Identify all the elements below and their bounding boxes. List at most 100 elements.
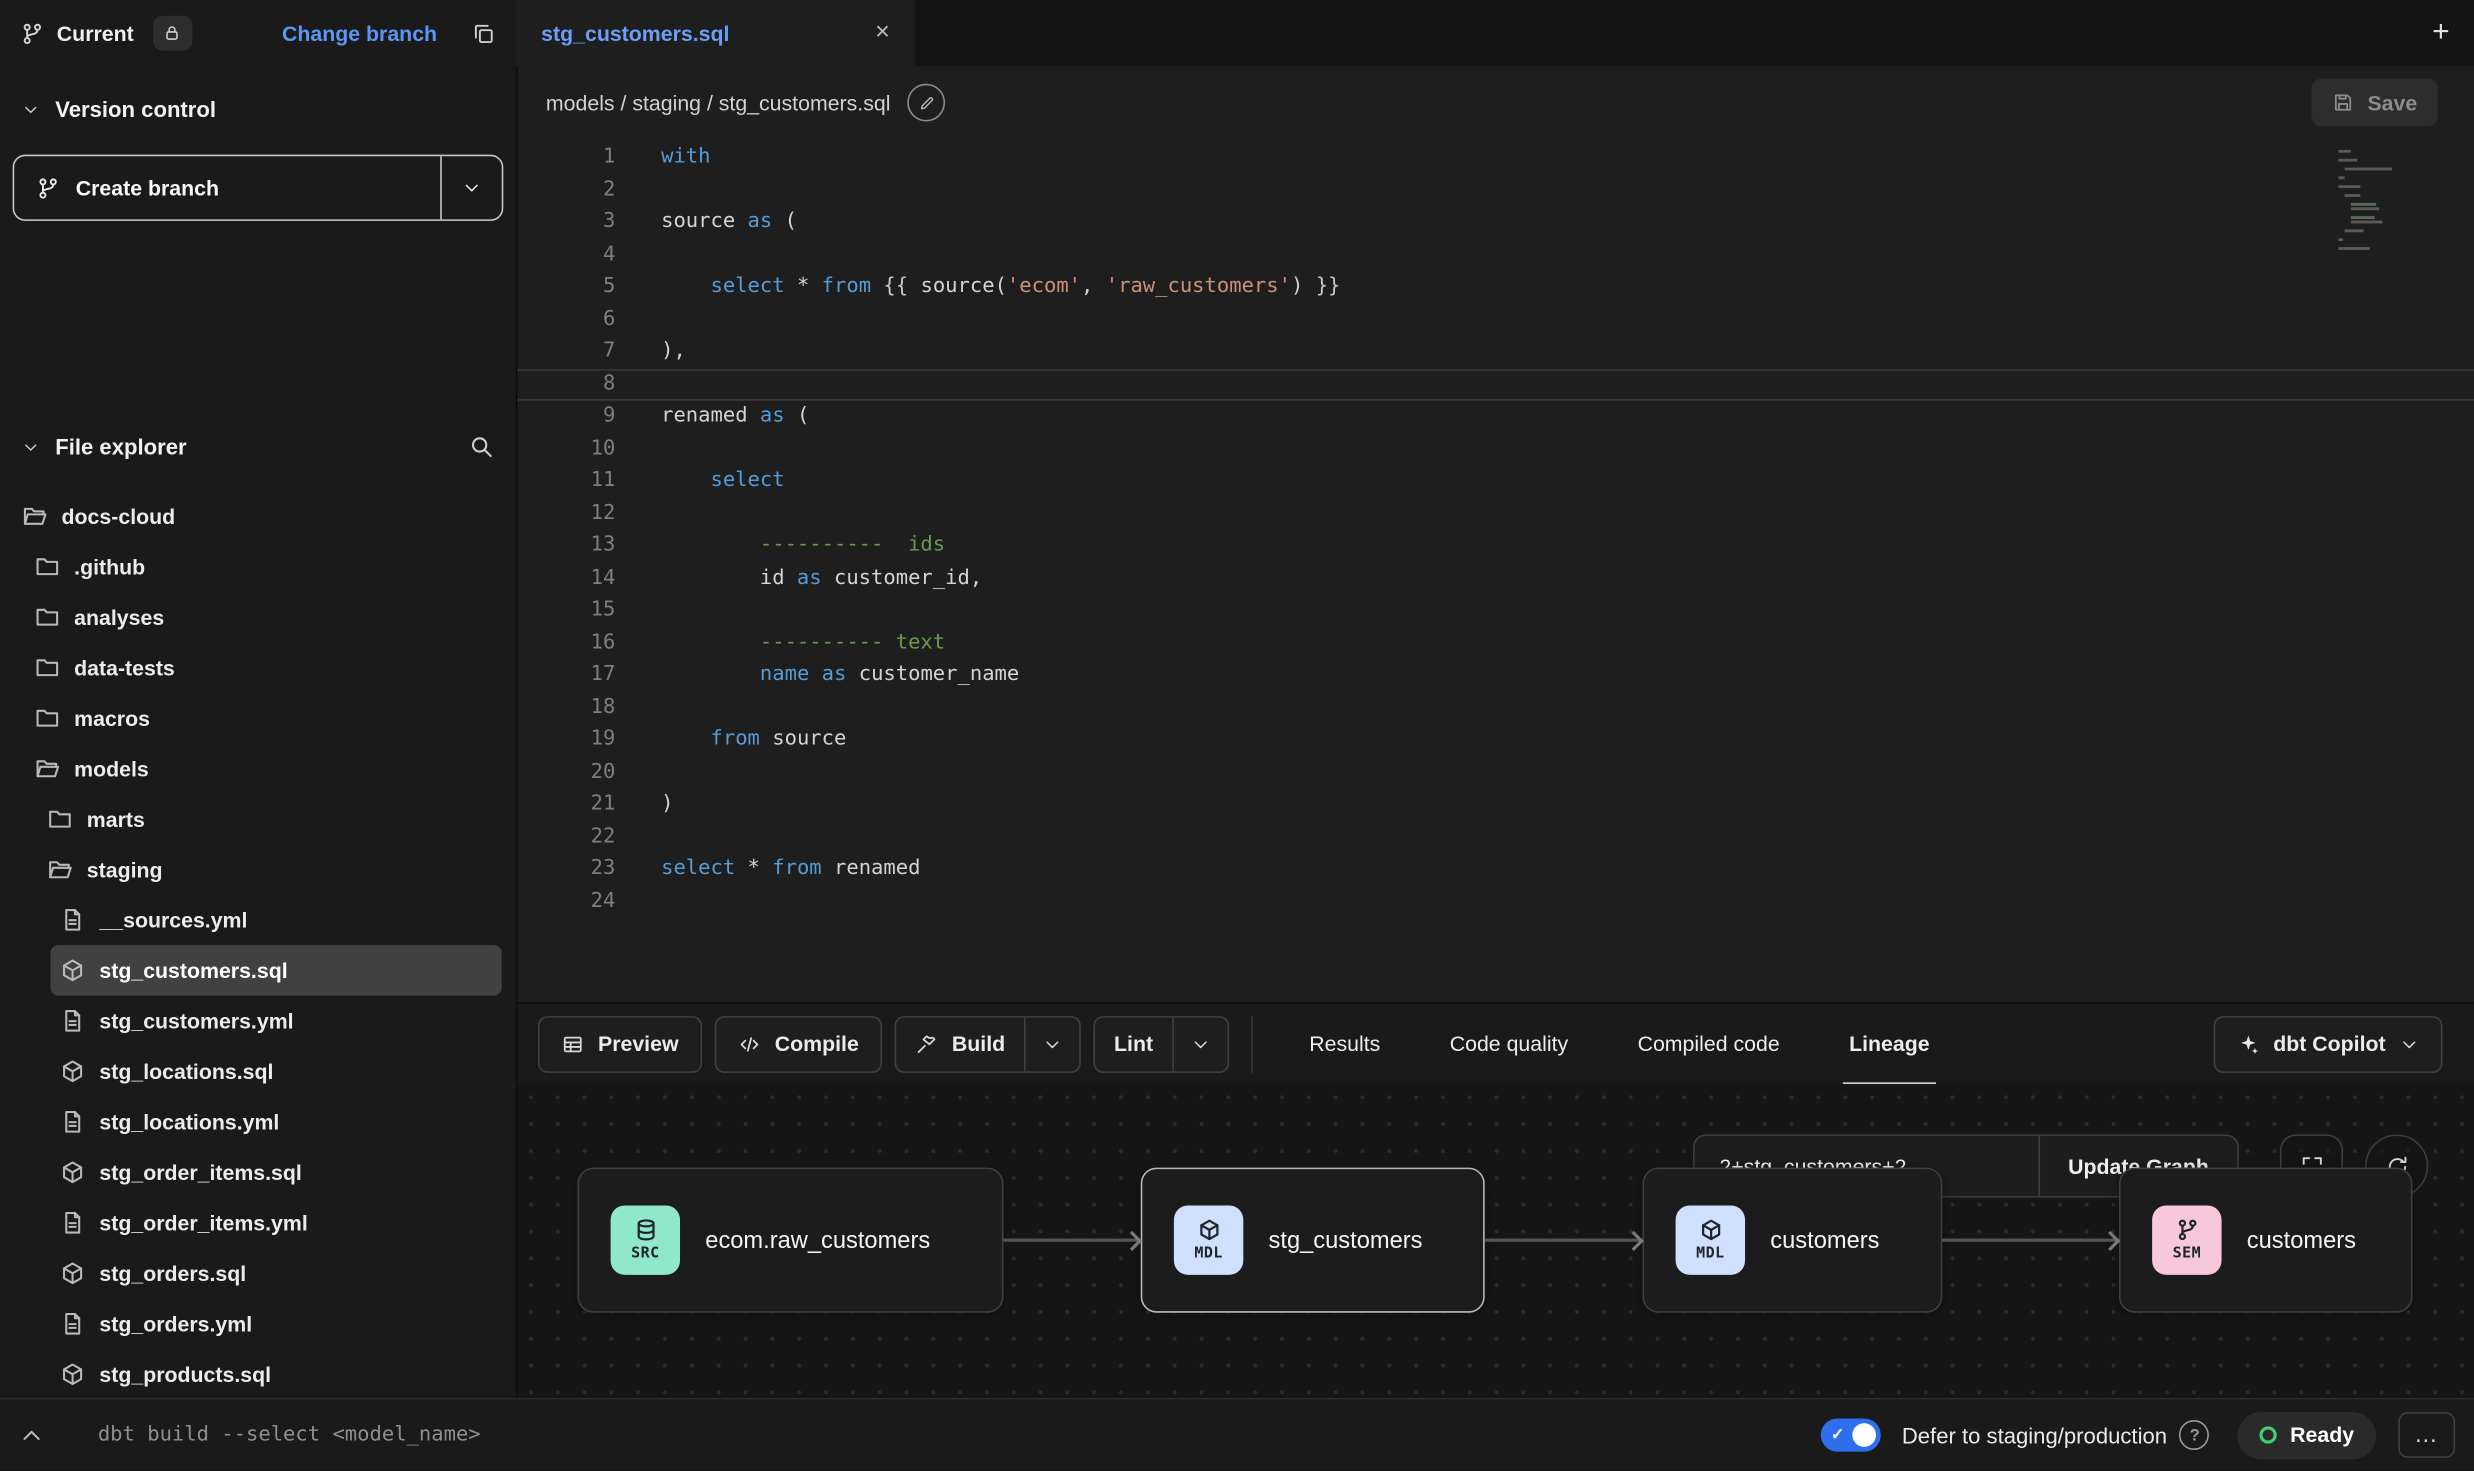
tree-item-staging[interactable]: staging [38, 844, 502, 894]
code-text [615, 239, 661, 271]
code-line-1[interactable]: 1with [518, 142, 2474, 174]
folder-icon [35, 705, 60, 730]
panel-tab-compiled-code[interactable]: Compiled code [1631, 1003, 1786, 1085]
code-line-10[interactable]: 10 [518, 433, 2474, 465]
create-branch-button[interactable]: Create branch [13, 155, 504, 221]
command-input[interactable]: dbt build --select <model_name> [98, 1423, 481, 1447]
code-line-6[interactable]: 6 [518, 304, 2474, 336]
panel-tab-code-quality[interactable]: Code quality [1443, 1003, 1574, 1085]
editor-tab[interactable]: stg_customers.sql × [516, 0, 915, 66]
panel-tab-lineage[interactable]: Lineage [1843, 1003, 1936, 1085]
lineage-panel[interactable]: 2+stg_customers+2 Update Graph SRCecom.r… [518, 1084, 2474, 1398]
tree-item-analyses[interactable]: analyses [25, 592, 501, 642]
save-button[interactable]: Save [2312, 79, 2437, 126]
tree-item-stg_locations.sql[interactable]: stg_locations.sql [50, 1046, 501, 1096]
tree-item-stg_customers.sql[interactable]: stg_customers.sql [50, 945, 501, 995]
line-number: 23 [518, 854, 616, 886]
code-line-8[interactable]: 8 [518, 368, 2474, 400]
defer-toggle[interactable] [1821, 1418, 1881, 1451]
copy-icon[interactable] [472, 21, 496, 45]
code-line-2[interactable]: 2 [518, 174, 2474, 206]
change-branch-link[interactable]: Change branch [282, 21, 437, 45]
tree-item-stg_customers.yml[interactable]: stg_customers.yml [50, 996, 501, 1046]
version-control-header[interactable]: Version control [0, 88, 516, 129]
chevron-up-icon[interactable] [19, 1422, 44, 1447]
badge-label: SRC [631, 1245, 659, 1262]
tree-item-marts[interactable]: marts [38, 794, 502, 844]
minimap[interactable] [2338, 147, 2401, 257]
lint-button[interactable]: Lint [1095, 1017, 1172, 1071]
code-line-13[interactable]: 13 ---------- ids [518, 530, 2474, 562]
model-cube-icon [60, 958, 85, 983]
code-line-12[interactable]: 12 [518, 498, 2474, 530]
code-line-16[interactable]: 16 ---------- text [518, 627, 2474, 659]
panel-tab-results[interactable]: Results [1303, 1003, 1387, 1085]
tree-item-__sources.yml[interactable]: __sources.yml [50, 895, 501, 945]
code-line-18[interactable]: 18 [518, 692, 2474, 724]
code-line-14[interactable]: 14 id as customer_id, [518, 562, 2474, 594]
code-line-24[interactable]: 24 [518, 886, 2474, 918]
preview-button[interactable]: Preview [538, 1015, 702, 1072]
tree-item-docs-cloud[interactable]: docs-cloud [13, 491, 502, 541]
code-text: name as customer_name [615, 660, 1019, 692]
edit-circle-icon[interactable] [908, 84, 946, 122]
lineage-node-ecom.raw_customers[interactable]: SRCecom.raw_customers [577, 1168, 1003, 1313]
code-line-11[interactable]: 11 select [518, 465, 2474, 497]
create-branch-dropdown[interactable] [440, 156, 502, 219]
semantic-icon [2175, 1218, 2199, 1242]
search-icon[interactable] [469, 434, 494, 459]
code-editor[interactable]: 1with23source as (45 select * from {{ so… [518, 139, 2474, 1002]
tree-item-stg_locations.yml[interactable]: stg_locations.yml [50, 1097, 501, 1147]
more-options-button[interactable]: … [2398, 1412, 2455, 1458]
code-line-19[interactable]: 19 from source [518, 724, 2474, 756]
folder-icon [47, 806, 72, 831]
tree-item-stg_products.sql[interactable]: stg_products.sql [50, 1349, 501, 1398]
code-line-5[interactable]: 5 select * from {{ source('ecom', 'raw_c… [518, 271, 2474, 303]
lineage-node-stg_customers[interactable]: MDLstg_customers [1141, 1168, 1485, 1313]
build-button[interactable]: Build [897, 1017, 1024, 1071]
file-explorer-header[interactable]: File explorer [0, 426, 516, 467]
line-number: 2 [518, 174, 616, 206]
tree-item-stg_orders.sql[interactable]: stg_orders.sql [50, 1248, 501, 1298]
dbt-copilot-button[interactable]: dbt Copilot [2213, 1015, 2442, 1072]
tree-item-data-tests[interactable]: data-tests [25, 642, 501, 692]
tree-item-stg_order_items.yml[interactable]: stg_order_items.yml [50, 1198, 501, 1248]
status-badge: Ready [2238, 1411, 2376, 1458]
help-icon[interactable]: ? [2180, 1420, 2210, 1450]
compile-label: Compile [775, 1032, 859, 1056]
code-line-21[interactable]: 21) [518, 789, 2474, 821]
create-branch-main[interactable]: Create branch [14, 156, 440, 219]
new-tab-button[interactable]: + [2408, 0, 2474, 66]
chevron-down-icon [22, 438, 39, 455]
lint-button-group: Lint [1094, 1015, 1229, 1072]
file-label: .github [74, 555, 145, 579]
model-cube-icon [60, 1059, 85, 1084]
code-line-17[interactable]: 17 name as customer_name [518, 660, 2474, 692]
code-line-3[interactable]: 3source as ( [518, 207, 2474, 239]
code-line-23[interactable]: 23select * from renamed [518, 854, 2474, 886]
compile-button[interactable]: Compile [715, 1015, 883, 1072]
line-number: 4 [518, 239, 616, 271]
lineage-node-customers[interactable]: SEMcustomers [2119, 1168, 2412, 1313]
close-icon[interactable]: × [875, 21, 890, 46]
chevron-down-icon [22, 100, 39, 117]
build-dropdown[interactable] [1024, 1017, 1079, 1071]
tree-item-macros[interactable]: macros [25, 693, 501, 743]
code-line-15[interactable]: 15 [518, 595, 2474, 627]
line-number: 16 [518, 627, 616, 659]
create-branch-label: Create branch [76, 176, 219, 200]
lineage-node-customers[interactable]: MDLcustomers [1642, 1168, 1942, 1313]
tree-item-stg_orders.yml[interactable]: stg_orders.yml [50, 1299, 501, 1349]
lineage-edge [1485, 1239, 1643, 1242]
code-line-20[interactable]: 20 [518, 757, 2474, 789]
line-number: 9 [518, 401, 616, 433]
tree-item-.github[interactable]: .github [25, 541, 501, 591]
code-line-9[interactable]: 9renamed as ( [518, 401, 2474, 433]
panel-tabs: Results Code quality Compiled code Lineage [1275, 1003, 1965, 1085]
code-line-22[interactable]: 22 [518, 821, 2474, 853]
tree-item-models[interactable]: models [25, 743, 501, 793]
tree-item-stg_order_items.sql[interactable]: stg_order_items.sql [50, 1147, 501, 1197]
code-line-7[interactable]: 7), [518, 336, 2474, 368]
code-line-4[interactable]: 4 [518, 239, 2474, 271]
lint-dropdown[interactable] [1172, 1017, 1227, 1071]
